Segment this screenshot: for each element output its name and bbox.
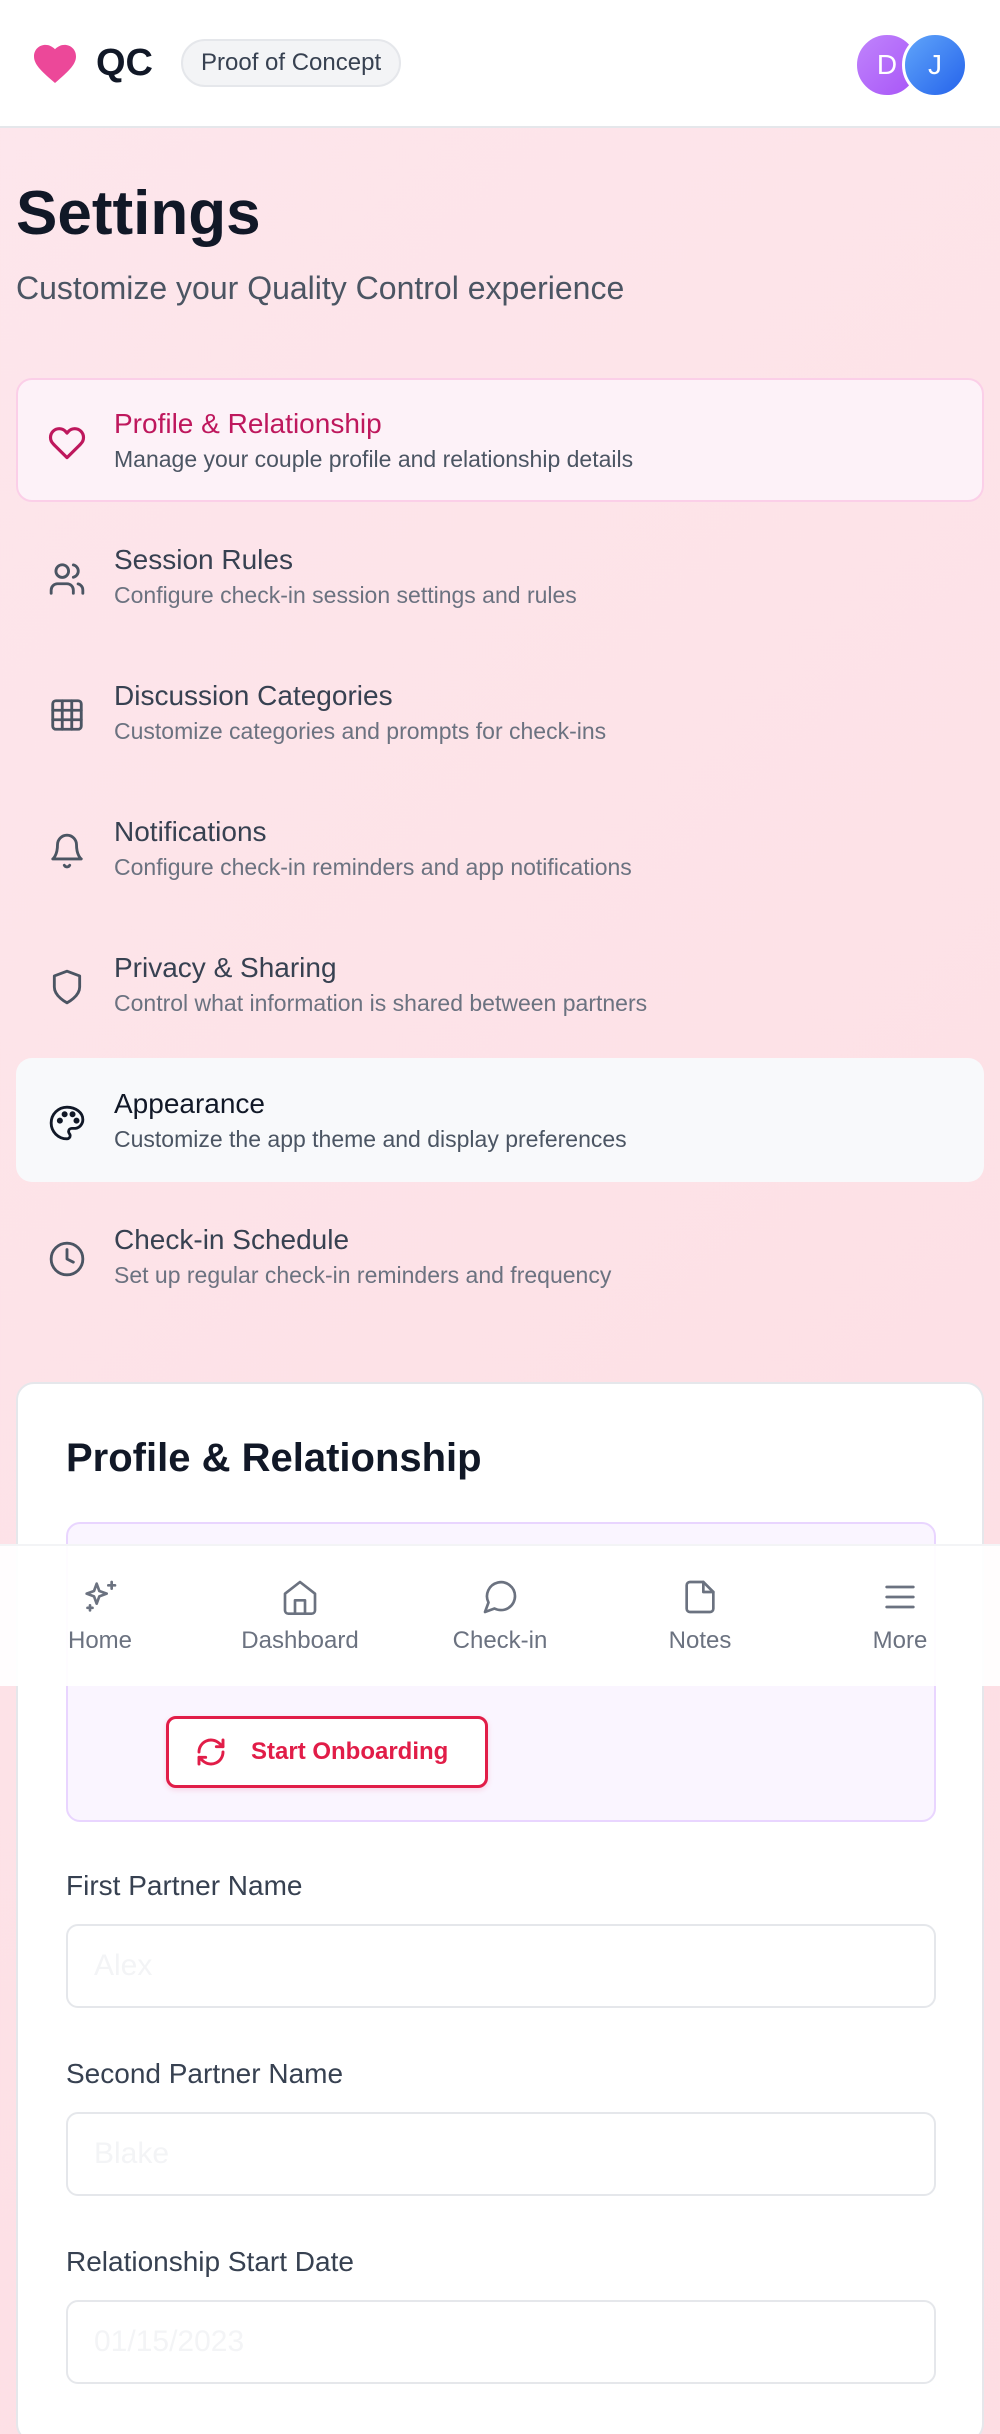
grid-icon [48,696,86,734]
palette-icon [48,1104,86,1142]
first-partner-label: First Partner Name [66,1870,303,1901]
proof-of-concept-badge: Proof of Concept [181,39,402,87]
nav-label: Check-in [452,1627,548,1654]
menu-item-session-rules[interactable]: Session Rules Configure check-in session… [16,514,984,638]
menu-item-title: Discussion Categories [114,679,393,711]
menu-item-description: Customize categories and prompts for che… [114,717,607,744]
menu-item-checkin-schedule[interactable]: Check-in Schedule Set up regular check-i… [16,1194,984,1318]
nav-more[interactable]: More [800,1546,1000,1686]
second-partner-name-input[interactable] [66,2112,936,2196]
note-icon [685,1580,715,1614]
start-onboarding-label: Start Onboarding [251,1738,449,1765]
menu-item-description: Configure check-in reminders and app not… [114,853,632,880]
nav-label: Notes [668,1627,732,1654]
nav-home[interactable]: Home [0,1546,200,1686]
menu-item-description: Configure check-in session settings and … [114,581,577,608]
second-partner-label: Second Partner Name [66,2058,344,2089]
menu-item-title: Profile & Relationship [114,407,382,439]
page-title: Settings [16,179,261,248]
menu-item-title: Privacy & Sharing [114,951,337,983]
users-icon [48,560,86,598]
profile-relationship-card: Profile & Relationship Start Onboarding … [16,1382,984,2434]
menu-item-title: Session Rules [114,543,293,575]
refresh-icon [197,1738,225,1766]
menu-item-notifications[interactable]: Notifications Configure check-in reminde… [16,786,984,910]
page-subtitle: Customize your Quality Control experienc… [16,270,625,306]
settings-menu: Profile & Relationship Manage your coupl… [16,378,984,1330]
chat-icon [483,1580,517,1614]
partner-avatars[interactable]: D J [854,32,968,98]
app-name[interactable]: QC [96,42,153,85]
bottom-nav: Home Dashboard Check-in Notes More [0,1544,1000,1686]
menu-item-description: Manage your couple profile and relations… [114,445,634,472]
nav-label: More [872,1627,928,1654]
menu-item-discussion-categories[interactable]: Discussion Categories Customize categori… [16,650,984,774]
avatar[interactable]: J [902,32,968,98]
menu-icon [885,1585,915,1609]
menu-item-title: Appearance [114,1087,266,1119]
menu-item-description: Customize the app theme and display pref… [114,1125,627,1152]
heart-icon [48,424,86,462]
top-header: QC Proof of Concept D J [0,0,1000,128]
menu-item-title: Check-in Schedule [114,1223,350,1255]
first-partner-name-input[interactable] [66,1924,936,2008]
sparkles-icon [85,1580,117,1612]
card-title: Profile & Relationship [66,1436,482,1480]
nav-dashboard[interactable]: Dashboard [200,1546,400,1686]
menu-item-description: Control what information is shared betwe… [114,989,648,1016]
menu-item-description: Set up regular check-in reminders and fr… [114,1261,612,1288]
nav-notes[interactable]: Notes [600,1546,800,1686]
heart-logo-icon[interactable] [32,40,78,86]
relationship-start-date-input[interactable] [66,2300,936,2384]
start-date-label: Relationship Start Date [66,2246,354,2277]
bell-icon [48,832,86,870]
menu-item-privacy-sharing[interactable]: Privacy & Sharing Control what informati… [16,922,984,1046]
clock-icon [48,1240,86,1278]
nav-label: Dashboard [241,1627,359,1654]
home-icon [283,1580,317,1615]
menu-item-appearance[interactable]: Appearance Customize the app theme and d… [16,1058,984,1182]
menu-item-title: Notifications [114,815,267,847]
start-onboarding-button[interactable]: Start Onboarding [166,1716,488,1788]
shield-icon [48,968,86,1006]
nav-check-in[interactable]: Check-in [400,1546,600,1686]
nav-label: Home [67,1627,133,1654]
menu-item-profile-relationship[interactable]: Profile & Relationship Manage your coupl… [16,378,984,502]
